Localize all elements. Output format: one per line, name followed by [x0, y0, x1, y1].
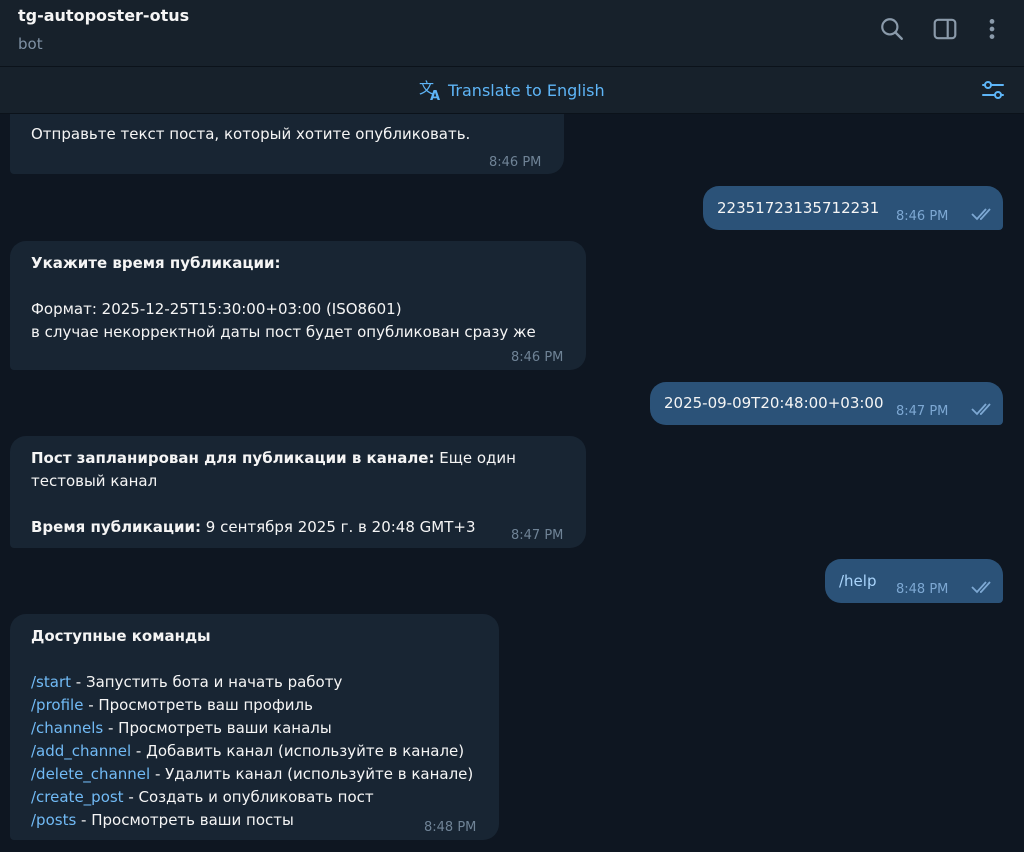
command-item: /add_channel - Добавить канал (используй…: [31, 740, 473, 763]
command-item: /channels - Просмотреть ваши каналы: [31, 717, 473, 740]
message-text: Время публикации: 9 сентября 2025 г. в 2…: [31, 518, 476, 536]
outgoing-message[interactable]: 2025-09-09T20:48:00+03:00 8:47 PM: [650, 382, 1003, 425]
translate-settings-icon[interactable]: [980, 78, 1006, 102]
svg-text:A: A: [430, 89, 440, 102]
command-description: - Удалить канал (используйте в канале): [150, 765, 474, 783]
translate-icon: 文 A: [419, 79, 440, 102]
command-description: - Просмотреть ваш профиль: [83, 696, 313, 714]
command-description: - Просмотреть ваши каналы: [103, 719, 332, 737]
sidebar-toggle-icon[interactable]: [932, 16, 958, 42]
message-time: 8:47 PM: [511, 528, 564, 543]
translate-button[interactable]: 文 A Translate to English: [418, 78, 605, 102]
message-text: Отправьте текст поста, который хотите оп…: [31, 125, 471, 143]
message-time: 8:46 PM: [896, 209, 949, 224]
command-list: /start - Запустить бота и начать работу /…: [31, 671, 473, 832]
chat-subtitle: bot: [18, 35, 43, 53]
incoming-message[interactable]: Пост запланирован для публикации в канал…: [10, 436, 586, 548]
command-description: - Запустить бота и начать работу: [71, 673, 343, 691]
read-double-check-icon: [971, 403, 991, 416]
command-link[interactable]: /channels: [31, 719, 103, 737]
outgoing-message[interactable]: /help 8:48 PM: [825, 559, 1003, 603]
more-vert-icon[interactable]: [979, 16, 1005, 42]
command-item: /profile - Просмотреть ваш профиль: [31, 694, 473, 717]
command-link[interactable]: /start: [31, 673, 71, 691]
outgoing-message[interactable]: 22351723135712231 8:46 PM: [703, 186, 1003, 230]
message-time: 8:46 PM: [511, 350, 564, 365]
message-heading: Доступные команды: [31, 627, 211, 645]
incoming-message[interactable]: Укажите время публикации: Формат: 2025-1…: [10, 241, 586, 370]
message-text: Формат: 2025-12-25T15:30:00+03:00 (ISO86…: [31, 300, 402, 318]
chat-header: tg-autoposter-otus bot: [0, 0, 1024, 67]
message-text: /help: [839, 572, 877, 590]
search-icon[interactable]: [879, 16, 905, 42]
command-item: /create_post - Создать и опубликовать по…: [31, 786, 473, 809]
command-link[interactable]: /profile: [31, 696, 83, 714]
message-time: 8:46 PM: [489, 155, 542, 170]
incoming-message[interactable]: Отправьте текст поста, который хотите оп…: [10, 114, 564, 174]
read-double-check-icon: [971, 581, 991, 594]
command-description: - Добавить канал (используйте в канале): [131, 742, 465, 760]
command-description: - Просмотреть ваши посты: [76, 811, 294, 829]
command-link[interactable]: /delete_channel: [31, 765, 150, 783]
read-double-check-icon: [971, 208, 991, 221]
command-link[interactable]: /posts: [31, 811, 76, 829]
message-text: 22351723135712231: [717, 199, 880, 217]
translate-bar: 文 A Translate to English: [0, 67, 1024, 114]
message-heading: Укажите время публикации:: [31, 254, 281, 272]
command-item: /posts - Просмотреть ваши посты: [31, 809, 473, 832]
chat-title[interactable]: tg-autoposter-otus: [18, 6, 189, 25]
message-time: 8:48 PM: [896, 582, 949, 597]
message-time: 8:47 PM: [896, 404, 949, 419]
message-text: тестовый канал: [31, 472, 158, 490]
translate-label: Translate to English: [448, 80, 605, 100]
message-text: в случае некорректной даты пост будет оп…: [31, 323, 536, 341]
command-link[interactable]: /create_post: [31, 788, 124, 806]
message-list[interactable]: Отправьте текст поста, который хотите оп…: [0, 114, 1024, 852]
command-description: - Создать и опубликовать пост: [123, 788, 374, 806]
message-text: 2025-09-09T20:48:00+03:00: [664, 394, 884, 412]
command-item: /delete_channel - Удалить канал (использ…: [31, 763, 473, 786]
command-link[interactable]: /add_channel: [31, 742, 131, 760]
message-text: Пост запланирован для публикации в канал…: [31, 449, 516, 467]
incoming-message[interactable]: Доступные команды /start - Запустить бот…: [10, 614, 499, 840]
message-time: 8:48 PM: [424, 820, 477, 835]
command-item: /start - Запустить бота и начать работу: [31, 671, 473, 694]
